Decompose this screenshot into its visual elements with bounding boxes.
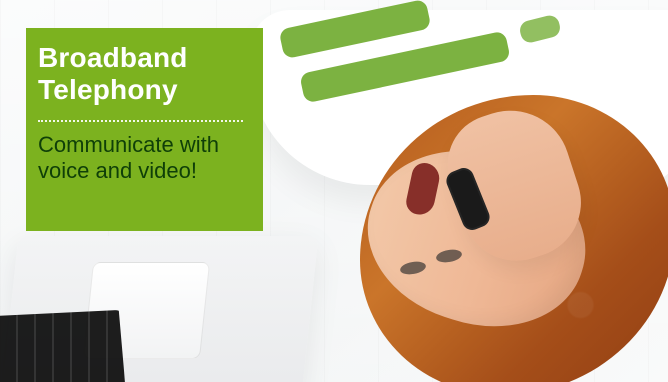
promo-subtitle: Communicate with voice and video! [38,132,219,183]
broadband-telephony-banner: Broadband Telephony Communicate with voi… [0,0,668,382]
promo-title-line-2: Telephony [38,74,178,105]
promo-box: Broadband Telephony Communicate with voi… [26,28,263,231]
dotted-divider [38,120,243,122]
promo-title: Broadband Telephony [38,42,251,106]
promo-title-line-1: Broadband [38,42,188,73]
laptop-keyboard [0,310,125,382]
